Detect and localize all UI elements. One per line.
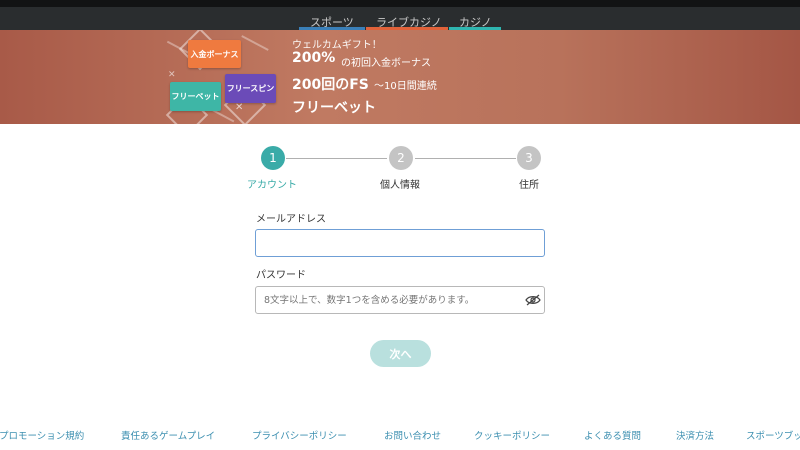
footer-link-promotion-terms[interactable]: プロモーション規約 bbox=[0, 428, 84, 442]
step-1-label: アカウント bbox=[247, 180, 297, 191]
free-spin-badge: フリースピン bbox=[225, 74, 276, 103]
password-label: パスワード bbox=[256, 270, 306, 281]
footer-link-faq[interactable]: よくある質問 bbox=[584, 428, 641, 442]
bonus-percent-text: の初回入金ボーナス bbox=[341, 58, 431, 69]
step-1-circle: 1 bbox=[261, 146, 285, 170]
footer-link-privacy-policy[interactable]: プライバシーポリシー bbox=[252, 428, 347, 442]
next-button[interactable]: 次へ bbox=[370, 340, 431, 367]
step-2-circle: 2 bbox=[389, 146, 413, 170]
free-bet-badge: フリーベット bbox=[170, 82, 221, 111]
welcome-banner[interactable]: ✕ ✕ 入金ボーナス フリースピン フリーベット ウェルカムギフト！ 200% … bbox=[0, 30, 800, 124]
step-3-circle: 3 bbox=[517, 146, 541, 170]
footer-link-cookie-policy[interactable]: クッキーポリシー bbox=[474, 428, 550, 442]
email-field[interactable] bbox=[255, 229, 545, 257]
step-connector bbox=[286, 158, 387, 159]
top-nav: スポーツ ライブカジノ カジノ bbox=[0, 0, 800, 30]
step-connector bbox=[415, 158, 516, 159]
eye-slash-icon[interactable] bbox=[525, 294, 541, 306]
decor-x-icon: ✕ bbox=[235, 102, 244, 113]
free-spins-count: 200回のFS bbox=[292, 77, 369, 93]
decor-x-icon: ✕ bbox=[168, 70, 176, 80]
bonus-percent: 200% bbox=[292, 50, 336, 66]
footer-link-payment-methods[interactable]: 決済方法 bbox=[676, 428, 714, 442]
free-spins-duration: 〜10日間連続 bbox=[374, 81, 437, 92]
welcome-gift-text: ウェルカムギフト！ bbox=[292, 40, 382, 51]
password-field[interactable] bbox=[255, 286, 545, 314]
decor-stripe bbox=[241, 35, 269, 51]
footer-link-sportsbook[interactable]: スポーツブック bbox=[746, 428, 800, 442]
footer-link-responsible-gaming[interactable]: 責任あるゲームプレイ bbox=[121, 428, 215, 442]
step-3-label: 住所 bbox=[519, 180, 539, 191]
free-bet-text: フリーベット bbox=[292, 100, 376, 116]
top-stripe bbox=[0, 0, 800, 7]
email-label: メールアドレス bbox=[256, 214, 326, 225]
deposit-bonus-badge: 入金ボーナス bbox=[188, 40, 241, 68]
footer-link-contact[interactable]: お問い合わせ bbox=[384, 428, 441, 442]
step-2-label: 個人情報 bbox=[380, 180, 420, 191]
